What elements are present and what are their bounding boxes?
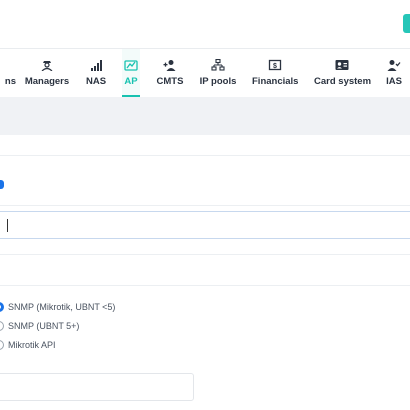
section-header-band [0, 97, 410, 135]
svg-text:$: $ [273, 63, 277, 70]
user-check-icon [387, 60, 401, 71]
tab-card-system[interactable]: Card system [314, 49, 372, 97]
network-icon [211, 59, 225, 71]
manager-icon [41, 61, 53, 71]
radio-label: SNMP (UBNT 5+) [8, 321, 80, 331]
divider [0, 205, 410, 206]
divider [0, 254, 410, 255]
toggle-switch[interactable] [0, 180, 4, 189]
tab-label: Card system [314, 76, 372, 87]
tab-label: AP [124, 76, 138, 87]
top-action-button[interactable] [403, 14, 410, 33]
radio-button[interactable] [0, 340, 4, 350]
tab-label: Financials [252, 76, 299, 87]
tab-label: Managers [24, 76, 70, 87]
tab-partial[interactable]: ns [0, 49, 16, 97]
tab-label: IP pools [199, 76, 237, 87]
user-plus-icon [163, 60, 176, 71]
tab-label: CMTS [156, 76, 184, 87]
tab-managers[interactable]: Managers [24, 49, 70, 97]
tab-label: IAS [386, 76, 402, 87]
config-tabs: ns Managers NAS AP CMTS IP pools $ Finan… [0, 48, 410, 98]
text-input[interactable] [0, 373, 194, 401]
tab-financials[interactable]: $ Financials [252, 49, 298, 97]
text-input[interactable] [0, 211, 410, 239]
radio-label: SNMP (Mikrotik, UBNT <5) [8, 302, 116, 312]
radio-snmp-mikrotik[interactable]: SNMP (Mikrotik, UBNT <5) [0, 300, 200, 316]
radio-button[interactable] [0, 321, 4, 331]
radio-button[interactable] [0, 302, 4, 312]
tab-label: NAS [85, 76, 107, 87]
top-bar [0, 0, 410, 48]
signal-bars-icon [91, 60, 102, 71]
divider [0, 285, 410, 286]
tab-ias[interactable]: IAS [384, 49, 404, 97]
divider [0, 155, 410, 156]
tab-ap[interactable]: AP [122, 49, 140, 97]
tab-cmts[interactable]: CMTS [155, 49, 185, 97]
money-icon: $ [268, 59, 282, 71]
radio-mikrotik-api[interactable]: Mikrotik API [0, 338, 200, 354]
id-card-icon [335, 60, 349, 70]
radio-snmp-ubnt[interactable]: SNMP (UBNT 5+) [0, 319, 200, 335]
text-caret [7, 219, 8, 232]
access-point-icon [124, 60, 138, 71]
tab-nas[interactable]: NAS [82, 49, 110, 97]
radio-label: Mikrotik API [8, 340, 56, 350]
tab-label: ns [4, 76, 16, 87]
tab-ip-pools[interactable]: IP pools [198, 49, 238, 97]
